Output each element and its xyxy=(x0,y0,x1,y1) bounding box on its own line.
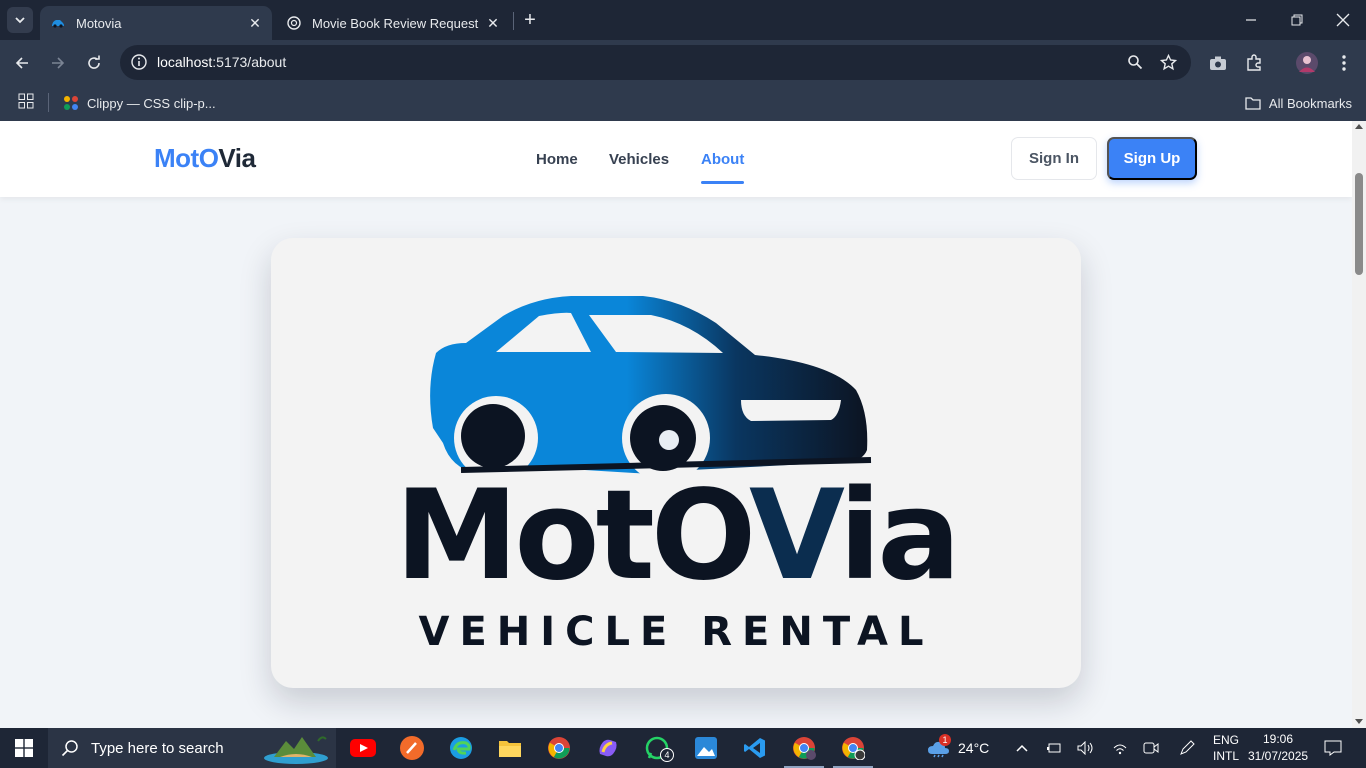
back-arrow-icon[interactable] xyxy=(9,50,35,76)
tab-title: Motovia xyxy=(76,15,122,31)
bookmark-label: Clippy — CSS clip-p... xyxy=(87,95,216,111)
minimize-icon[interactable] xyxy=(1228,0,1274,40)
brave-or-paint-app-icon[interactable] xyxy=(398,734,426,762)
url-host: localhost xyxy=(157,54,213,70)
url-path: :5173/about xyxy=(212,54,287,70)
bookmark-clippy[interactable]: Clippy — CSS clip-p... xyxy=(63,92,216,114)
speaker-icon[interactable] xyxy=(1077,739,1095,757)
forward-arrow-icon[interactable] xyxy=(45,50,71,76)
brand-part-1: MotO xyxy=(154,143,219,173)
bookmarks-bar: Clippy — CSS clip-p... All Bookmarks xyxy=(0,85,1366,121)
nav-about[interactable]: About xyxy=(701,121,745,197)
copilot-app-icon[interactable] xyxy=(594,734,622,762)
site-info-icon[interactable] xyxy=(130,53,148,71)
search-highlight-island-icon xyxy=(264,736,328,764)
search-icon xyxy=(61,740,78,757)
chevron-down-icon xyxy=(15,17,25,24)
logo-wordmark: MotOVia xyxy=(271,474,1081,598)
file-explorer-app-icon[interactable] xyxy=(496,734,524,762)
openai-favicon-icon xyxy=(286,15,302,31)
battery-icon[interactable] xyxy=(1045,739,1063,757)
page-scrollbar[interactable] xyxy=(1352,121,1366,728)
zoom-search-icon[interactable] xyxy=(1125,52,1145,72)
brand-logo-link[interactable]: MotOVia xyxy=(154,143,256,174)
notifications-icon[interactable] xyxy=(1324,739,1342,757)
photos-app-icon[interactable] xyxy=(692,734,720,762)
extensions-puzzle-icon[interactable] xyxy=(1242,51,1266,75)
tab-search-button[interactable] xyxy=(7,7,33,33)
folder-icon xyxy=(1245,97,1261,110)
weather-badge: 1 xyxy=(939,734,951,746)
chevron-up-icon[interactable] xyxy=(1013,739,1031,757)
sign-in-button[interactable]: Sign In xyxy=(1011,137,1097,180)
scroll-down-arrow-icon[interactable] xyxy=(1355,719,1363,724)
close-tab-icon[interactable]: ✕ xyxy=(484,14,502,32)
clock-date[interactable]: 31/07/2025 xyxy=(1248,749,1308,763)
tab-motovia[interactable]: Motovia ✕ xyxy=(40,6,272,40)
all-bookmarks-button[interactable]: All Bookmarks xyxy=(1245,92,1352,114)
camera-icon[interactable] xyxy=(1206,51,1230,75)
language-line-2[interactable]: INTL xyxy=(1213,749,1239,763)
address-bar[interactable]: localhost:5173/about xyxy=(120,45,1191,80)
nav-vehicles[interactable]: Vehicles xyxy=(609,121,701,197)
page-viewport: MotOVia Home Vehicles About Sign In Sign… xyxy=(0,121,1352,728)
reload-icon[interactable] xyxy=(81,50,107,76)
wifi-icon[interactable] xyxy=(1111,739,1129,757)
youtube-app-icon[interactable] xyxy=(349,734,377,762)
logo-tagline: VEHICLE RENTAL xyxy=(418,609,934,655)
bookmark-star-icon[interactable] xyxy=(1158,52,1178,72)
close-window-icon[interactable] xyxy=(1320,0,1366,40)
profile-avatar[interactable] xyxy=(1295,51,1319,75)
meet-now-icon[interactable] xyxy=(1142,739,1160,757)
weather-temp[interactable]: 24°C xyxy=(958,740,989,756)
whatsapp-badge: 4 xyxy=(660,748,674,762)
chrome-profile-app-icon[interactable] xyxy=(790,734,818,762)
scroll-thumb[interactable] xyxy=(1355,173,1363,275)
vscode-app-icon[interactable] xyxy=(741,734,769,762)
all-bookmarks-label: All Bookmarks xyxy=(1268,95,1352,111)
restore-icon[interactable] xyxy=(1274,0,1320,40)
browser-tab-strip: Motovia ✕ Movie Book Review Request ✕ + xyxy=(0,0,1366,40)
main-nav: Home Vehicles About xyxy=(536,121,745,197)
scroll-up-arrow-icon[interactable] xyxy=(1355,124,1363,129)
sign-up-button[interactable]: Sign Up xyxy=(1107,137,1197,180)
clock-time[interactable]: 19:06 xyxy=(1263,732,1293,746)
logo-word-part-1: MotO xyxy=(395,464,753,608)
pen-ink-icon[interactable] xyxy=(1178,739,1196,757)
language-line-1[interactable]: ENG xyxy=(1213,733,1239,747)
car-logo-icon xyxy=(430,296,872,482)
search-placeholder: Type here to search xyxy=(91,739,224,757)
bookmarks-separator xyxy=(48,93,49,112)
apps-grid-icon[interactable] xyxy=(18,93,36,111)
new-tab-plus-icon[interactable]: + xyxy=(518,8,542,32)
chrome-second-profile-app-icon[interactable] xyxy=(839,734,867,762)
logo-word-part-3: ia xyxy=(838,464,961,608)
browser-toolbar: localhost:5173/about xyxy=(0,40,1366,85)
whatsapp-app-icon[interactable]: 4 xyxy=(643,734,674,762)
close-tab-icon[interactable]: ✕ xyxy=(246,14,264,32)
brand-part-2: Via xyxy=(218,143,256,173)
nav-home[interactable]: Home xyxy=(536,121,609,197)
about-logo-card: MotOVia VEHICLE RENTAL xyxy=(271,238,1081,688)
taskbar-search-box[interactable]: Type here to search xyxy=(48,728,336,768)
windows-start-icon[interactable] xyxy=(0,728,48,768)
motovia-favicon-icon xyxy=(50,15,66,31)
weather-icon[interactable]: 1 xyxy=(927,734,951,759)
chrome-app-icon[interactable] xyxy=(545,734,573,762)
clippy-favicon-icon xyxy=(64,96,78,110)
windows-taskbar: Type here to search 4 1 24°C ENG INTL 19… xyxy=(0,728,1366,768)
site-navbar: MotOVia Home Vehicles About Sign In Sign… xyxy=(0,121,1352,197)
tab-movie-book-review[interactable]: Movie Book Review Request ✕ xyxy=(276,6,510,40)
tab-title: Movie Book Review Request xyxy=(312,15,479,31)
url-text: localhost:5173/about xyxy=(157,54,286,70)
kebab-menu-icon[interactable] xyxy=(1332,51,1356,75)
edge-app-icon[interactable] xyxy=(447,734,475,762)
logo-word-part-2: V xyxy=(748,464,843,608)
tab-separator xyxy=(513,12,514,30)
